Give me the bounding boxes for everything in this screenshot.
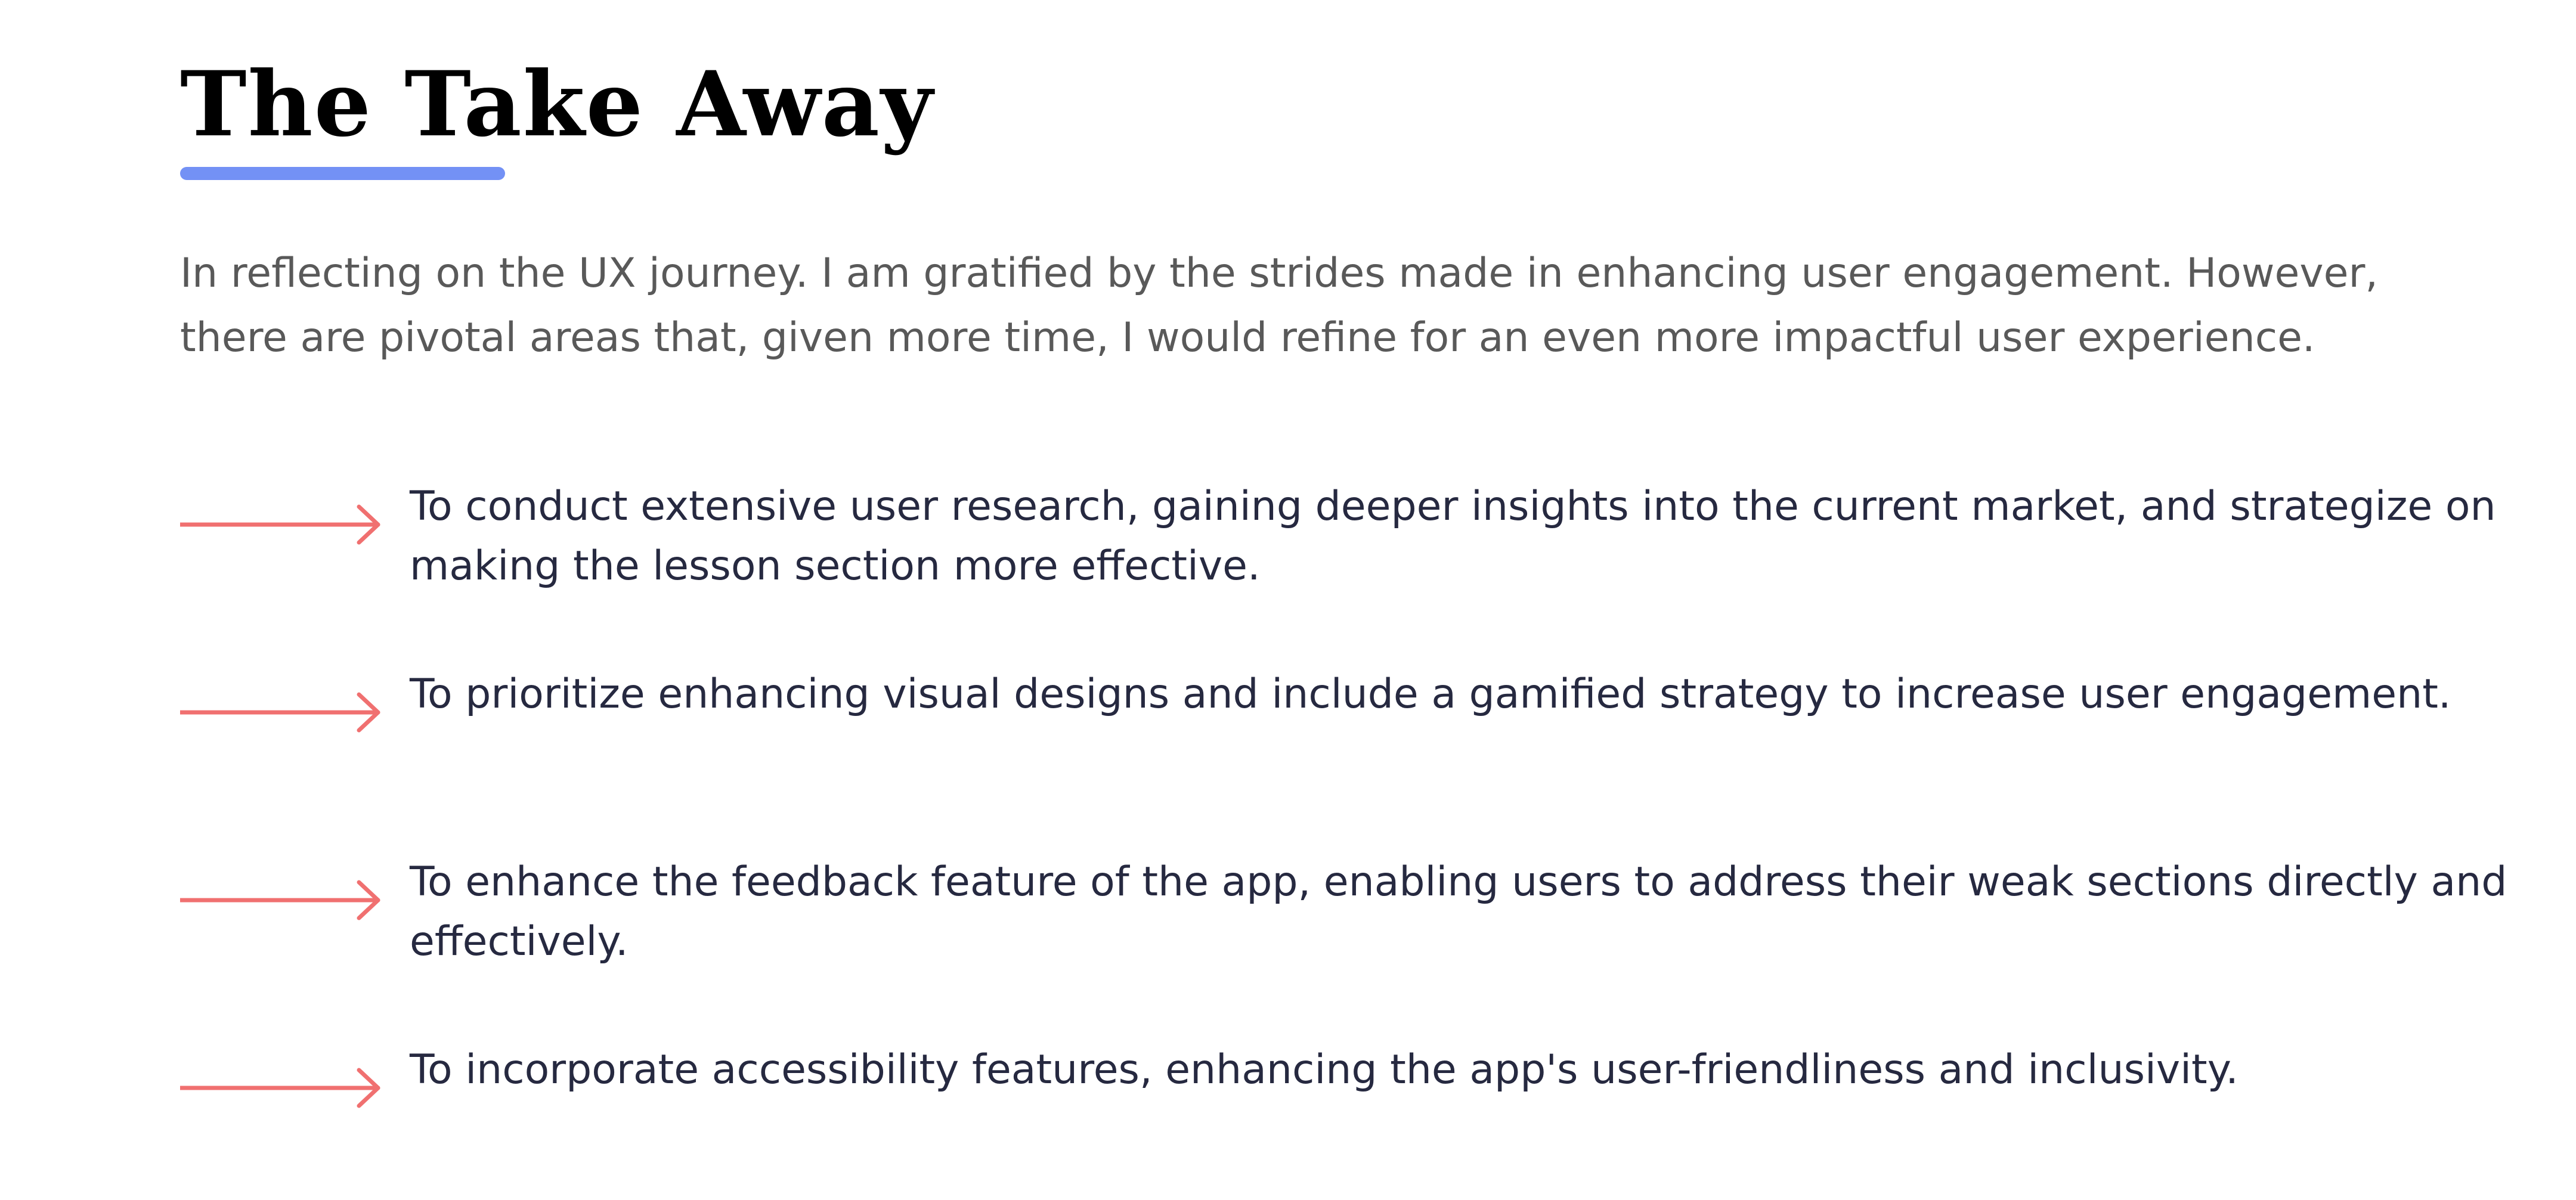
takeaway-point-text: To prioritize enhancing visual designs a… [410, 671, 2451, 718]
arrow-right-icon [180, 880, 380, 920]
arrow-right-icon [180, 1068, 380, 1108]
takeaway-point-text: To conduct extensive user research, gain… [410, 483, 2496, 590]
takeaway-point: To prioritize enhancing visual designs a… [180, 665, 2451, 796]
takeaway-point: To incorporate accessibility features, e… [180, 1040, 2422, 1171]
arrow-right-icon [180, 504, 380, 545]
section-title: The Take Away [180, 52, 934, 157]
takeaway-point: To conduct extensive user research, gain… [180, 477, 2496, 608]
takeaway-point-text: To enhance the feedback feature of the a… [410, 858, 2507, 965]
takeaway-point-text: To incorporate accessibility features, e… [410, 1046, 2238, 1093]
takeaway-point: To enhance the feedback feature of the a… [180, 852, 2507, 984]
title-underline [180, 167, 505, 180]
arrow-right-icon [180, 692, 380, 733]
intro-paragraph: In reflecting on the UX journey. I am gr… [180, 250, 2379, 361]
